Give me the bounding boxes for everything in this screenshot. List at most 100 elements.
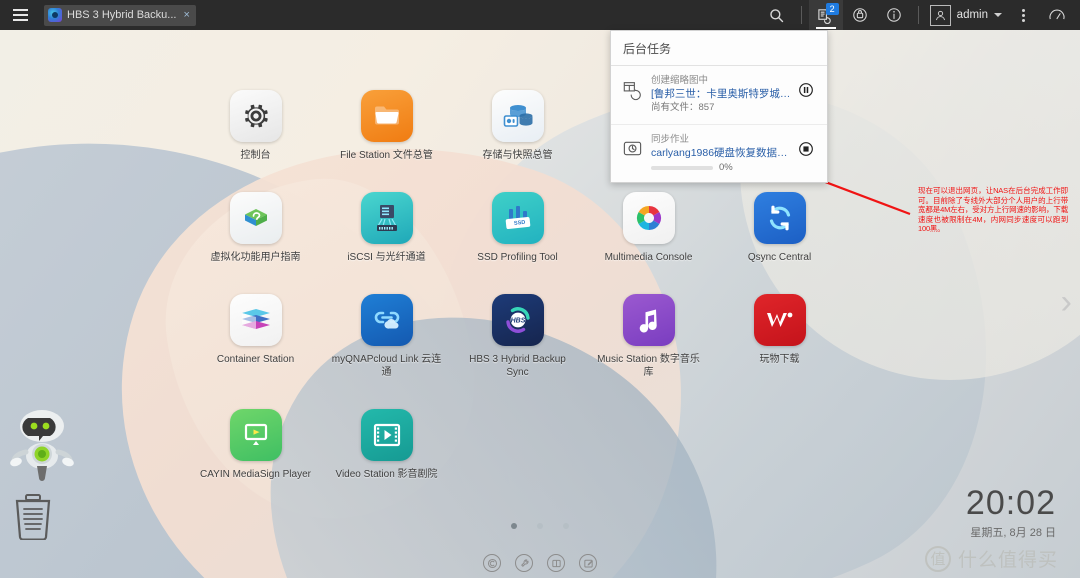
desktop-icon-ssd-profiling-tool[interactable]: SSD SSD Profiling Tool — [460, 192, 575, 264]
monitor-icon[interactable] — [547, 554, 565, 572]
pause-icon[interactable] — [793, 82, 819, 98]
background-task-type: 同步作业 — [651, 134, 690, 145]
stop-icon[interactable] — [793, 141, 819, 157]
desktop-icon-label: CAYIN MediaSign Player — [200, 469, 311, 480]
user-name-label: admin — [956, 9, 988, 21]
iscsi-fibre-channel-icon — [360, 192, 413, 244]
toolbar-divider-2 — [917, 6, 919, 24]
close-icon[interactable]: × — [181, 9, 191, 21]
container-station-icon — [229, 294, 282, 346]
notes-icon[interactable] — [579, 554, 597, 572]
background-task-body: 同步作业 carlyang1986硬盘恢复数据同步 0% — [651, 133, 793, 173]
page-indicator-dots — [511, 523, 569, 529]
desktop-icon-label: iSCSI 与光纤通道 — [347, 252, 426, 263]
desktop-icon-file-station[interactable]: File Station 文件总管 — [329, 90, 444, 162]
ssd-profiling-icon: SSD — [491, 192, 544, 244]
annotation-text: 现在可以退出网页，让NAS在后台完成工作即可。目前除了专线外大部分个人用户的上行… — [918, 186, 1068, 233]
search-icon[interactable] — [760, 0, 794, 30]
user-menu[interactable]: admin — [926, 0, 1006, 30]
desktop-icon-label: Container Station — [216, 354, 295, 365]
toolbar-right-group: 2 admin — [760, 0, 1080, 30]
watermark-badge: 值 — [924, 545, 951, 572]
desktop-icon-label: 存储与快照总管 — [482, 150, 553, 161]
background-task-meta: 尚有文件：857 — [651, 102, 715, 113]
desktop-icon-music-station[interactable]: Music Station 数字音乐库 — [591, 294, 706, 379]
info-icon[interactable] — [877, 0, 911, 30]
virtualization-guide-icon — [229, 192, 282, 244]
desktop-icon-virtualization-guide[interactable]: 虚拟化功能用户指南 — [198, 192, 313, 264]
desktop-icon-container-station[interactable]: Container Station — [198, 294, 313, 379]
background-tasks-panel: 后台任务 创建缩略图中 [鲁邦三世：卡里奥斯特罗城].Lupi... 尚有文件：… — [610, 30, 828, 183]
open-app-tab-hbs3[interactable]: HBS 3 Hybrid Backu... × — [44, 4, 196, 26]
qnap-desktop: HBS 3 Hybrid Backu... × 2 admin 后台任务 创建缩… — [0, 0, 1080, 578]
desktop-clock: 20:02 星期五, 8月 28 日 — [966, 484, 1056, 540]
toolbar-divider — [800, 6, 802, 24]
desktop-icon-label: HBS 3 Hybrid Backup Sync — [469, 354, 566, 378]
background-task-type: 创建缩略图中 — [651, 75, 709, 86]
desktop-icon-label: 玩物下载 — [759, 354, 800, 365]
wanwu-download-icon — [753, 294, 806, 346]
desktop-icon-control-panel[interactable]: 控制台 — [198, 90, 313, 162]
hbs3-icon: HBS — [491, 294, 544, 346]
external-device-icon[interactable] — [843, 0, 877, 30]
desktop-icon-myqnapcloud-link[interactable]: myQNAPcloud Link 云连通 — [329, 294, 444, 379]
recycle-bin-icon[interactable] — [12, 492, 54, 540]
desktop-icon-label: SSD Profiling Tool — [477, 252, 558, 263]
desktop-icon-label: Video Station 影音剧院 — [335, 469, 438, 480]
hamburger-icon[interactable] — [0, 0, 40, 30]
dashboard-icon[interactable] — [1040, 0, 1074, 30]
qboost-icon[interactable] — [483, 554, 501, 572]
watermark-text: 什么值得买 — [957, 550, 1058, 571]
wrench-icon[interactable] — [515, 554, 533, 572]
desktop-icon-storage-snapshots[interactable]: 存储与快照总管 — [460, 90, 575, 162]
multimedia-console-icon — [622, 192, 675, 244]
clock-time: 20:02 — [965, 484, 1056, 522]
desktop-icon-hbs3[interactable]: HBS HBS 3 Hybrid Backup Sync — [460, 294, 575, 379]
background-tasks-icon[interactable]: 2 — [808, 0, 843, 30]
file-station-icon — [360, 90, 413, 142]
desktop-icon-multimedia-console[interactable]: Multimedia Console — [591, 192, 706, 264]
desktop-icon-label: Multimedia Console — [604, 252, 693, 263]
desktop-icon-wanwu-download[interactable]: 玩物下载 — [722, 294, 837, 379]
site-watermark: 值 什么值得买 — [924, 545, 1058, 572]
hbs-app-icon — [48, 8, 62, 22]
more-vertical-icon[interactable] — [1006, 0, 1040, 30]
desktop-icon-cayin-mediasign-player[interactable]: CAYIN MediaSign Player — [198, 409, 313, 481]
desktop-icon-label: myQNAPcloud Link 云连通 — [331, 354, 442, 378]
control-panel-icon — [229, 90, 282, 142]
desktop-icon-label: Qsync Central — [747, 252, 812, 263]
background-task-item[interactable]: 创建缩略图中 [鲁邦三世：卡里奥斯特罗城].Lupi... 尚有文件：857 — [611, 66, 827, 125]
page-dot-2[interactable] — [537, 523, 543, 529]
page-dot-1[interactable] — [511, 523, 517, 529]
thumbnail-task-icon — [622, 79, 644, 101]
background-task-item[interactable]: 同步作业 carlyang1986硬盘恢复数据同步 0% — [611, 125, 827, 182]
video-station-icon — [360, 409, 413, 461]
svg-text:HBS: HBS — [510, 318, 525, 325]
next-page-chevron-right-icon[interactable]: › — [1061, 285, 1072, 319]
background-task-progress: 0% — [651, 162, 793, 173]
storage-snapshots-icon — [491, 90, 544, 142]
background-task-body: 创建缩略图中 [鲁邦三世：卡里奥斯特罗城].Lupi... 尚有文件：857 — [651, 74, 793, 115]
desktop-icon-label: File Station 文件总管 — [340, 150, 433, 161]
chevron-down-icon — [994, 13, 1002, 17]
desktop-icon-label: 虚拟化功能用户指南 — [210, 252, 301, 263]
open-app-tab-label: HBS 3 Hybrid Backu... — [67, 9, 177, 21]
music-station-icon — [622, 294, 675, 346]
page-dot-3[interactable] — [563, 523, 569, 529]
sync-task-icon — [622, 138, 644, 160]
top-toolbar: HBS 3 Hybrid Backu... × 2 admin — [0, 0, 1080, 30]
progress-bar — [651, 165, 713, 170]
background-tasks-title: 后台任务 — [611, 31, 827, 66]
myqnapcloud-link-icon — [360, 294, 413, 346]
cayin-mediasign-icon — [229, 409, 282, 461]
desktop-icon-label: 控制台 — [240, 150, 271, 161]
qnap-robot-mascot[interactable] — [8, 408, 78, 490]
svg-text:SSD: SSD — [513, 220, 525, 227]
desktop-icon-video-station[interactable]: Video Station 影音剧院 — [329, 409, 444, 481]
background-task-name: [鲁邦三世：卡里奥斯特罗城].Lupi... — [651, 88, 793, 100]
background-tasks-badge: 2 — [825, 3, 839, 15]
desktop-icon-label: Music Station 数字音乐库 — [597, 354, 700, 378]
desktop-icon-iscsi-fibre-channel[interactable]: iSCSI 与光纤通道 — [329, 192, 444, 264]
user-avatar-icon — [929, 4, 951, 26]
bottom-dock — [483, 554, 597, 572]
